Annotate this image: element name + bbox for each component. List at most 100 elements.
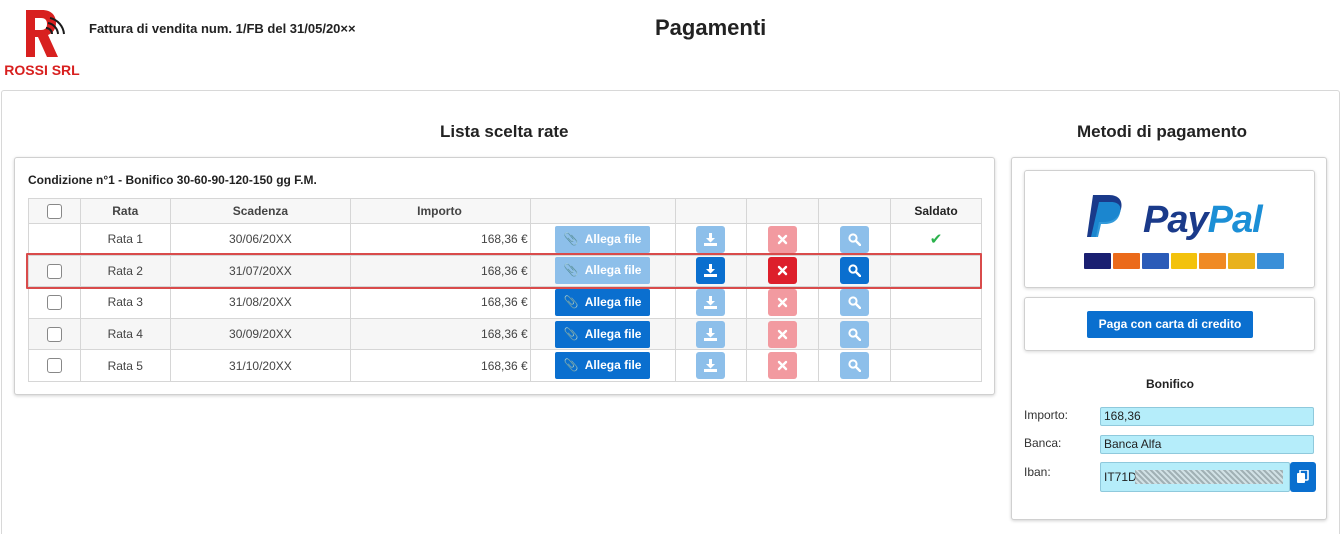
page-title: Pagamenti (655, 15, 767, 40)
scadenza-cell: 30/09/20XX (169, 317, 352, 351)
banca-field[interactable]: Banca Alfa (1100, 435, 1314, 454)
row-checkbox[interactable] (46, 326, 62, 342)
rata-cell: Rata 3 (79, 286, 171, 319)
credit-card-option: Paga con carta di credito (1024, 297, 1315, 351)
saldato-cell (890, 349, 982, 382)
pay-with-card-button[interactable]: Paga con carta di credito (1087, 311, 1253, 338)
download-cell (674, 317, 748, 351)
attach-file-label: Allega file (584, 231, 642, 246)
delete-cell (746, 223, 820, 256)
column-header-attach (529, 198, 676, 224)
attach-cell: 📎 Allega file (529, 223, 676, 256)
download-button[interactable] (696, 225, 726, 253)
delete-button[interactable] (768, 225, 798, 253)
saldato-cell (890, 317, 982, 351)
mastercard-icon (1112, 253, 1140, 269)
postepay-icon (1170, 253, 1198, 269)
table-header-row: Rata Scadenza Importo Saldato (28, 198, 982, 224)
view-button[interactable] (840, 320, 870, 348)
download-button[interactable] (696, 320, 726, 348)
copy-icon (1297, 470, 1309, 483)
scadenza-cell: 31/10/20XX (169, 349, 352, 382)
attach-cell: 📎 Allega file (529, 349, 676, 382)
rates-section-title: Lista scelta rate (440, 122, 569, 141)
attach-file-label: Allega file (584, 326, 642, 341)
bonifico-title: Bonifico (1146, 377, 1194, 391)
iban-label: Iban: (1024, 465, 1051, 479)
delete-button[interactable] (768, 288, 798, 316)
delete-button[interactable] (768, 352, 798, 380)
discover-icon (1199, 253, 1227, 269)
select-all-checkbox[interactable] (46, 203, 62, 219)
saldato-cell: ✔ (890, 223, 982, 256)
aura-icon (1228, 253, 1256, 269)
view-button[interactable] (840, 352, 870, 380)
delete-cell (746, 349, 820, 382)
paypal-icon (1087, 195, 1122, 237)
download-cell (674, 349, 748, 382)
paypal-option[interactable]: PayPal (1024, 170, 1315, 288)
column-header-download (674, 198, 748, 224)
attach-file-button[interactable]: 📎 Allega file (555, 288, 651, 316)
delete-button[interactable] (768, 320, 798, 348)
view-button[interactable] (840, 225, 870, 253)
column-header-view (818, 198, 892, 224)
attach-file-button[interactable]: 📎 Allega file (555, 352, 651, 380)
attach-file-label: Allega file (584, 358, 642, 373)
importo-label: Importo: (1024, 408, 1069, 422)
attach-file-button[interactable]: 📎 Allega file (555, 225, 651, 253)
download-button[interactable] (696, 288, 726, 316)
download-cell (674, 223, 748, 256)
row-check-cell (28, 349, 81, 382)
table-row: Rata 5 31/10/20XX 168,36 € 📎 Allega file (28, 349, 982, 382)
importo-cell: 168,36 € (350, 223, 531, 256)
banca-label: Banca: (1024, 436, 1062, 450)
column-header-saldato: Saldato (890, 198, 982, 224)
checkmark-icon: ✔ (929, 231, 943, 249)
row-checkbox[interactable] (46, 295, 62, 311)
view-cell (818, 317, 892, 351)
selected-row-highlight (26, 253, 982, 289)
importo-cell: 168,36 € (350, 317, 531, 351)
column-header-delete (746, 198, 820, 224)
table-row: Rata 4 30/09/20XX 168,36 € 📎 Allega file (28, 317, 982, 351)
rata-cell: Rata 5 (79, 349, 171, 382)
payment-condition: Condizione n°1 - Bonifico 30-60-90-120-1… (28, 173, 317, 187)
iban-redacted (1135, 470, 1283, 484)
select-all-header (28, 198, 81, 224)
table-row: Rata 1 30/06/20XX 168,36 € 📎 Allega file ✔ (28, 223, 982, 256)
paperclip-icon: 📎 (563, 294, 579, 309)
paperclip-icon: 📎 (563, 231, 579, 246)
download-button[interactable] (696, 352, 726, 380)
attach-file-label: Allega file (584, 294, 642, 309)
company-logo: ROSSI SRL (4, 6, 80, 78)
scadenza-cell: 30/06/20XX (169, 223, 352, 256)
view-cell (818, 286, 892, 319)
view-button[interactable] (840, 288, 870, 316)
scadenza-cell: 31/08/20XX (169, 286, 352, 319)
importo-field[interactable]: 168,36 (1100, 407, 1314, 426)
attach-file-button[interactable]: 📎 Allega file (555, 320, 651, 348)
iban-field[interactable]: IT71D (1100, 462, 1290, 492)
view-cell (818, 349, 892, 382)
attach-cell: 📎 Allega file (529, 286, 676, 319)
row-check-cell (28, 223, 81, 256)
amex-icon (1257, 253, 1285, 269)
delete-cell (746, 317, 820, 351)
header: ROSSI SRL Fattura di vendita num. 1/FB d… (0, 0, 1341, 88)
rata-cell: Rata 4 (79, 317, 171, 351)
copy-iban-button[interactable] (1290, 462, 1316, 492)
visa-icon (1084, 253, 1111, 269)
row-check-cell (28, 317, 81, 351)
delete-cell (746, 286, 820, 319)
saldato-cell (890, 286, 982, 319)
row-check-cell (28, 286, 81, 319)
row-checkbox[interactable] (46, 358, 62, 374)
document-title: Fattura di vendita num. 1/FB del 31/05/2… (89, 21, 356, 36)
payment-section-title: Metodi di pagamento (1077, 122, 1247, 141)
attach-cell: 📎 Allega file (529, 317, 676, 351)
logo-text: ROSSI SRL (4, 62, 80, 78)
column-header-importo: Importo (350, 198, 531, 224)
rata-cell: Rata 1 (79, 223, 171, 256)
card-brands-strip (1084, 253, 1285, 269)
